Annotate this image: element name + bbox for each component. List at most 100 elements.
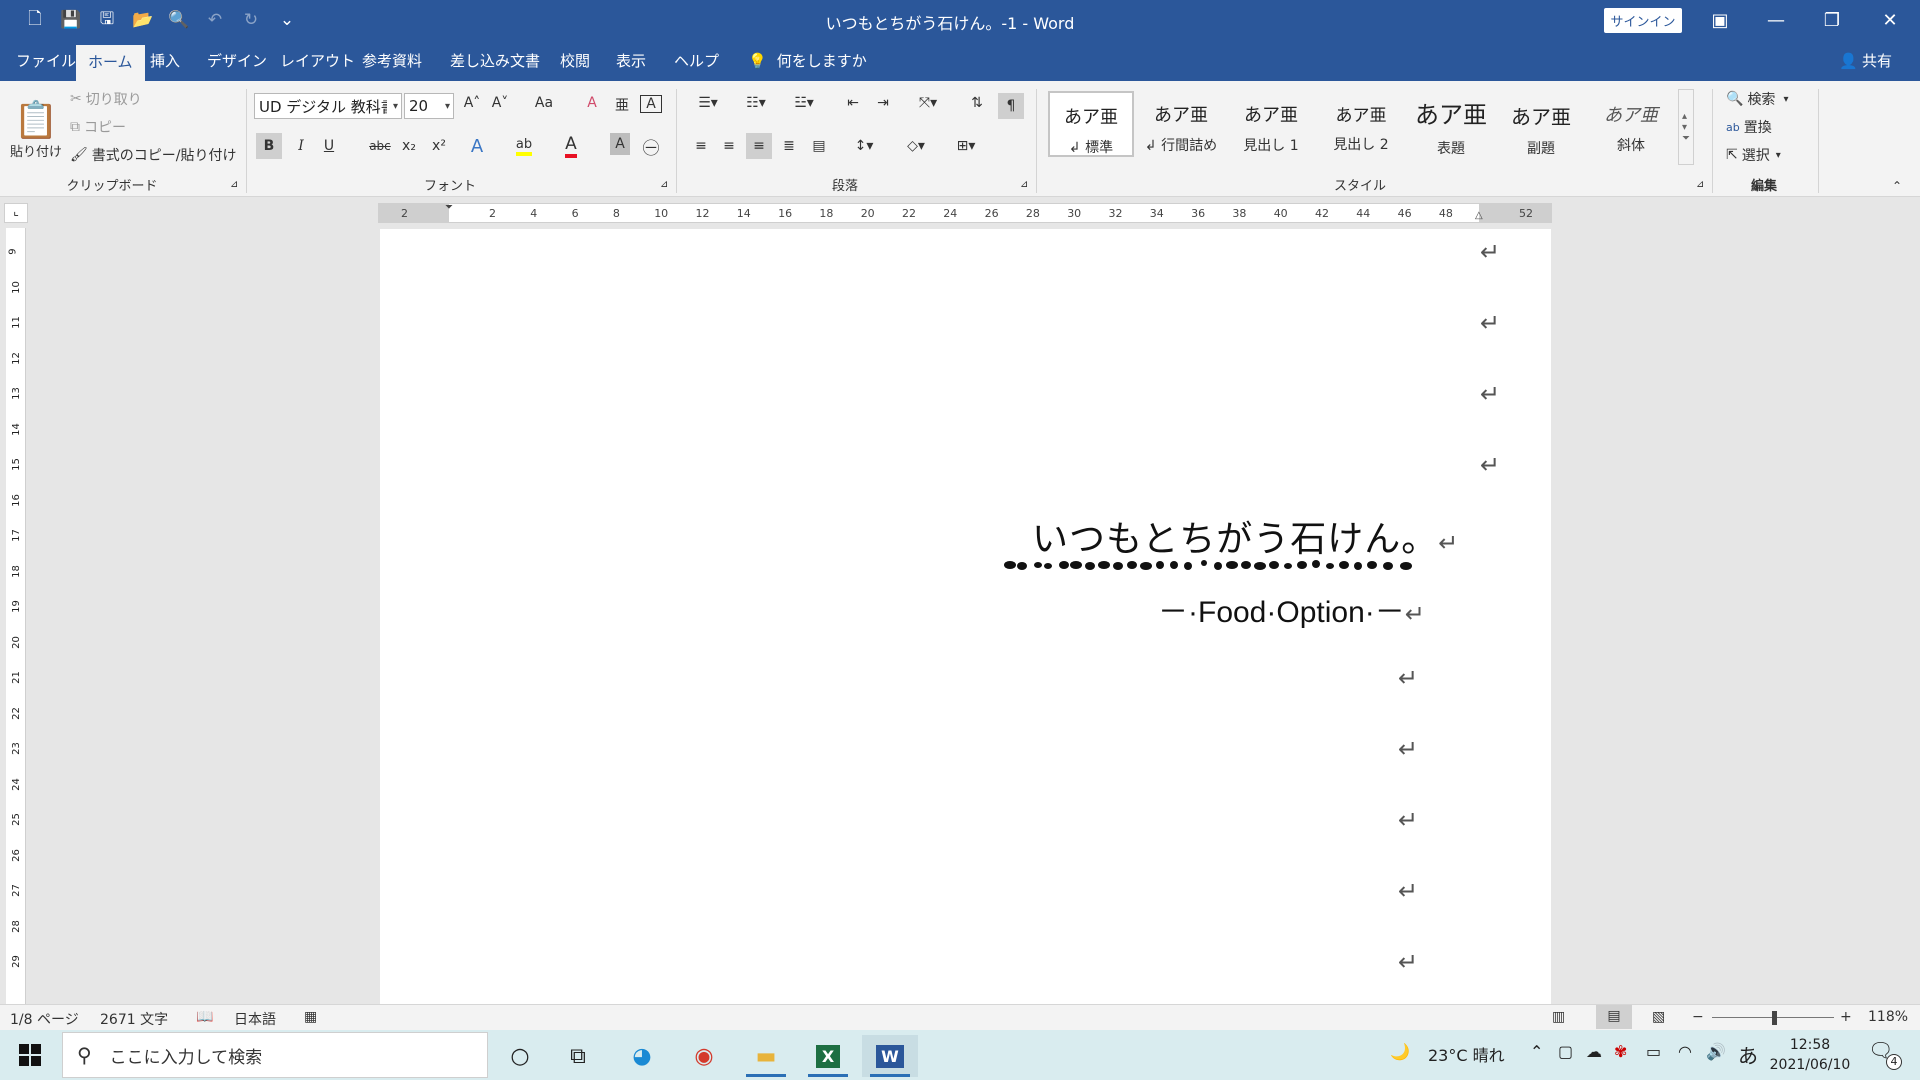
signin-button[interactable]: サインイン (1604, 8, 1682, 33)
tab-view[interactable]: 表示 (604, 41, 658, 81)
style-title[interactable]: あア亜 表題 (1408, 91, 1494, 157)
word-icon[interactable]: W (862, 1035, 918, 1077)
strikethrough-button[interactable]: abc (366, 133, 394, 159)
excel-icon[interactable]: X (800, 1035, 856, 1077)
tab-review[interactable]: 校閲 (548, 41, 602, 81)
taskbar-search-box[interactable]: ⚲ ここに入力して検索 (62, 1032, 488, 1078)
tab-insert[interactable]: 挿入 (138, 41, 192, 81)
find-button[interactable]: 🔍 検索 ▾ (1726, 87, 1788, 111)
proofing-icon[interactable]: 📖 (196, 1009, 213, 1025)
cortana-icon[interactable]: ○ (492, 1035, 548, 1077)
customize-qat-icon[interactable]: ⌄ (274, 8, 300, 32)
font-name-combo[interactable]: UD デジタル 教科書体 ▾ (254, 93, 402, 119)
bold-button[interactable]: B (256, 133, 282, 159)
enclose-characters-button[interactable]: ㊀ (640, 133, 662, 159)
print-preview-icon[interactable]: 🔍 (166, 8, 192, 32)
document-title-line[interactable]: いつもとちがう石けん。↵ (1032, 510, 1459, 562)
multilevel-list-button[interactable]: ☳▾ (786, 95, 822, 111)
word-count[interactable]: 2671 文字 (100, 1009, 168, 1029)
style-normal[interactable]: あア亜 ↲ 標準 (1048, 91, 1134, 157)
borders-button[interactable]: ⊞▾ (948, 133, 984, 159)
phonetic-guide-button[interactable]: 亜 (612, 95, 632, 115)
web-layout-icon[interactable]: ▧ (1652, 1009, 1665, 1025)
font-size-combo[interactable]: 20 ▾ (404, 93, 454, 119)
macro-icon[interactable]: ▦ (304, 1009, 317, 1025)
style-heading-1[interactable]: あア亜 見出し 1 (1228, 91, 1314, 157)
font-color-button[interactable]: A (560, 133, 582, 159)
document-subtitle-line[interactable]: －·Food·Option·－↵ (1158, 587, 1425, 631)
tab-references[interactable]: 参考資料 (350, 41, 434, 81)
zoom-slider-thumb[interactable] (1772, 1011, 1777, 1025)
styles-launcher-icon[interactable]: ⊿ (1696, 179, 1704, 190)
save-as-icon[interactable]: 🖫 (94, 8, 120, 32)
tab-home[interactable]: ホーム (76, 45, 145, 81)
indent-marker[interactable]: ⏷ (445, 202, 453, 213)
tell-me-search[interactable]: 💡 何をしますか (736, 41, 879, 81)
style-subtitle[interactable]: あア亜 副題 (1498, 91, 1584, 157)
zoom-level[interactable]: 118% (1868, 1009, 1908, 1025)
chevron-up-icon[interactable]: ⌃ (1530, 1042, 1543, 1061)
tab-design[interactable]: デザイン (195, 41, 279, 81)
distributed-button[interactable]: ▤ (808, 133, 830, 159)
style-emphasis[interactable]: あア亜 斜体 (1588, 91, 1674, 157)
subscript-button[interactable]: x₂ (398, 133, 420, 159)
close-button[interactable]: ✕ (1862, 0, 1918, 41)
tab-help[interactable]: ヘルプ (662, 41, 731, 81)
meet-now-icon[interactable]: ▢ (1558, 1042, 1573, 1061)
numbering-button[interactable]: ☷▾ (738, 95, 774, 111)
task-view-icon[interactable]: ⧉ (550, 1035, 606, 1077)
replace-button[interactable]: ab 置換 (1726, 115, 1772, 139)
grow-font-button[interactable]: A˄ (462, 95, 482, 111)
text-direction-button[interactable]: ⤧▾ (908, 95, 948, 111)
cut-button[interactable]: ✂ 切り取り (70, 87, 142, 111)
zoom-out-button[interactable]: − (1692, 1009, 1704, 1025)
superscript-button[interactable]: x² (428, 133, 450, 159)
styles-gallery-scroll[interactable]: ▴ ▾ ⏷ (1678, 89, 1694, 165)
clear-formatting-button[interactable]: A (582, 95, 602, 111)
shading-button[interactable]: ◇▾ (898, 133, 934, 159)
collapse-ribbon-icon[interactable]: ⌃ (1892, 179, 1902, 193)
clipboard-launcher-icon[interactable]: ⊿ (230, 179, 238, 190)
new-document-icon[interactable]: 🗋 (22, 8, 48, 32)
change-case-button[interactable]: Aa (524, 95, 564, 111)
align-left-button[interactable]: ≡ (690, 133, 712, 159)
align-center-button[interactable]: ≡ (718, 133, 740, 159)
shrink-font-button[interactable]: A˅ (490, 95, 510, 111)
ribbon-display-options-icon[interactable]: ▣ (1692, 0, 1748, 41)
page-count[interactable]: 1/8 ページ (10, 1009, 79, 1029)
file-explorer-icon[interactable]: ▬ (738, 1035, 794, 1077)
italic-button[interactable]: I (290, 133, 312, 159)
save-icon[interactable]: 💾 (58, 8, 84, 32)
ime-indicator[interactable]: あ (1738, 1040, 1758, 1069)
tab-selector[interactable]: ⌞ (4, 203, 28, 223)
share-button[interactable]: 👤 共有 (1839, 41, 1892, 81)
sort-button[interactable]: ⇅ (966, 95, 988, 111)
tab-mailings[interactable]: 差し込み文書 (438, 41, 552, 81)
copy-button[interactable]: ⧉ コピー (70, 115, 126, 139)
undo-icon[interactable]: ↶ (202, 8, 228, 32)
minimize-button[interactable]: — (1748, 0, 1804, 41)
bullets-button[interactable]: ☰▾ (690, 95, 726, 111)
redo-icon[interactable]: ↻ (238, 8, 264, 32)
restore-button[interactable]: ❐ (1804, 0, 1860, 41)
horizontal-ruler[interactable]: 2 2 4 6 8 10 12 14 16 18 20 22 24 26 28 30 32 34 36 38 40 42 4… (378, 202, 1552, 223)
weather-text[interactable]: 23°C 晴れ (1428, 1042, 1505, 1066)
paragraph-launcher-icon[interactable]: ⊿ (1020, 179, 1028, 190)
font-launcher-icon[interactable]: ⊿ (660, 179, 668, 190)
highlight-button[interactable]: ab (512, 133, 536, 159)
clock[interactable]: 12:58 2021/06/10 (1768, 1035, 1852, 1075)
battery-icon[interactable]: ▭ (1646, 1042, 1661, 1061)
select-button[interactable]: ⇱ 選択 ▾ (1726, 143, 1781, 167)
show-formatting-marks-button[interactable]: ¶ (998, 93, 1024, 119)
character-shading-button[interactable]: A (610, 133, 630, 155)
edge-icon[interactable]: ◕ (614, 1035, 670, 1077)
increase-indent-button[interactable]: ⇥ (872, 95, 894, 111)
underline-button[interactable]: U (318, 133, 340, 159)
line-spacing-button[interactable]: ↕▾ (846, 133, 882, 159)
decrease-indent-button[interactable]: ⇤ (842, 95, 864, 111)
weather-icon[interactable]: 🌙 (1390, 1042, 1410, 1061)
open-icon[interactable]: 📂 (130, 8, 156, 32)
character-border-button[interactable]: A (640, 95, 662, 113)
app-tray-icon[interactable]: ✾ (1614, 1042, 1627, 1061)
style-heading-2[interactable]: あア亜 見出し 2 (1318, 91, 1404, 157)
